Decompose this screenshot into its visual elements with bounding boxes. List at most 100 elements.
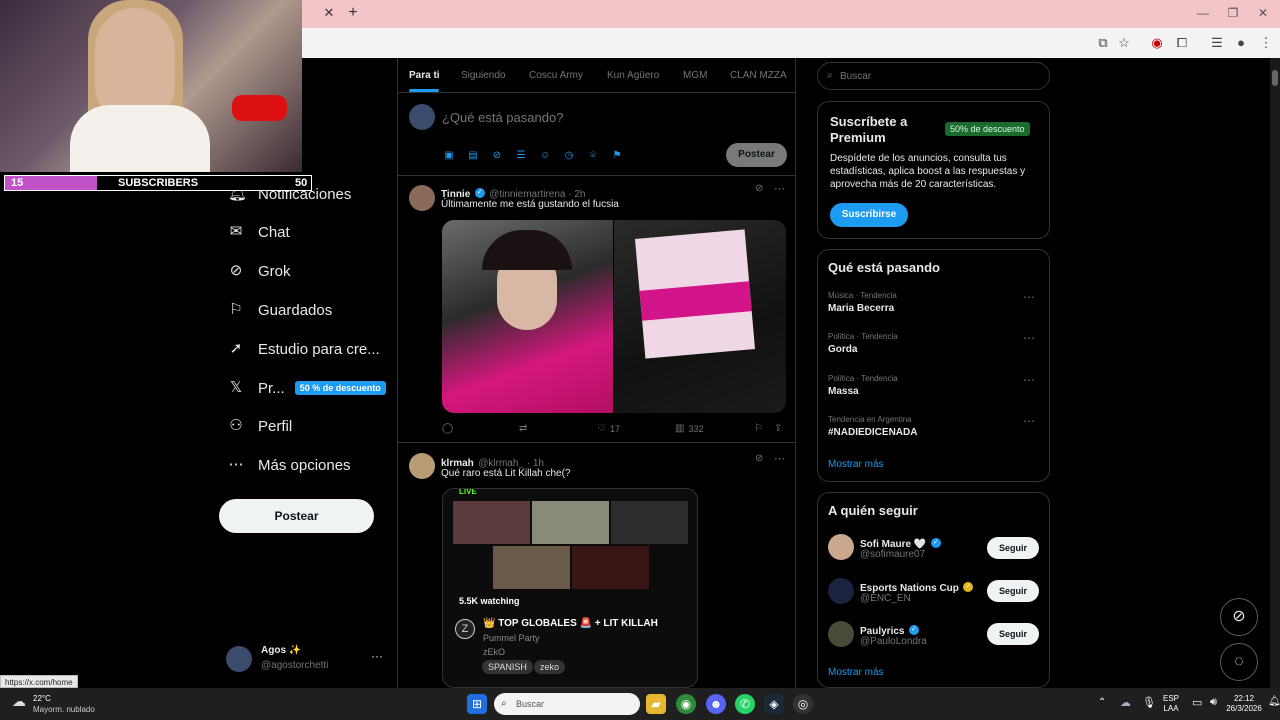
trend-name[interactable]: Maria Becerra bbox=[828, 303, 894, 314]
grok-icon[interactable]: ⊘ bbox=[491, 150, 503, 162]
taskbar-search[interactable]: ⌕ Buscar bbox=[494, 693, 640, 715]
reading-list-icon[interactable]: ☰ bbox=[1208, 34, 1226, 52]
trend-name[interactable]: #NADIEDICENADA bbox=[828, 427, 917, 438]
sidebar-item-label: Perfil bbox=[258, 417, 293, 435]
sidebar-item-mas-opciones[interactable]: ⋯ Más opciones bbox=[228, 450, 351, 480]
profile-avatar-icon[interactable]: ● bbox=[1232, 34, 1250, 52]
account-more-icon[interactable]: ··· bbox=[371, 649, 383, 663]
like-button[interactable]: ♡ 17 bbox=[597, 423, 620, 434]
trend-name[interactable]: Massa bbox=[828, 386, 859, 397]
file-explorer-icon[interactable]: ▰ bbox=[646, 694, 666, 714]
more-icon[interactable]: ⋯ bbox=[774, 452, 785, 465]
whatsapp-icon[interactable]: ✆ bbox=[735, 694, 755, 714]
volume-icon[interactable]: 🔊︎ bbox=[1210, 696, 1217, 709]
sidebar-item-premium[interactable]: 𝕏 Pr... 50 % de descuento bbox=[228, 373, 386, 403]
grok-icon[interactable]: ⊘ bbox=[755, 453, 763, 464]
sidebar-item-guardados[interactable]: ⚐ Guardados bbox=[228, 295, 332, 325]
new-tab-button[interactable]: + bbox=[344, 4, 362, 22]
tray-chevron-icon[interactable]: ⌃ bbox=[1098, 697, 1106, 708]
trend-name[interactable]: Gorda bbox=[828, 344, 857, 355]
obs-icon[interactable]: ◎ bbox=[793, 694, 813, 714]
star-icon[interactable]: ☆ bbox=[1115, 34, 1133, 52]
more-circle-icon: ⋯ bbox=[228, 456, 244, 473]
stream-embed-card[interactable]: LIVE 5.5K watching Z 👑 TOP GLOBALES 🚨 + … bbox=[442, 488, 698, 688]
steam-icon[interactable]: ◈ bbox=[764, 694, 784, 714]
chrome-icon[interactable]: ◉ bbox=[676, 694, 696, 714]
tweet-image-selfie[interactable] bbox=[442, 220, 613, 413]
location-icon[interactable]: ⌾ bbox=[587, 150, 599, 162]
search-input[interactable]: ⌕ Buscar bbox=[817, 62, 1050, 90]
flag-icon[interactable]: ⚑ bbox=[611, 150, 623, 162]
language-indicator[interactable]: ESP LAA bbox=[1163, 694, 1179, 714]
composer-input[interactable]: ¿Qué está pasando? bbox=[442, 110, 563, 125]
tab-coscu-army[interactable]: Coscu Army bbox=[529, 70, 583, 81]
grok-fab-icon[interactable]: ⊘ bbox=[1220, 598, 1258, 636]
grok-icon[interactable]: ⊘ bbox=[755, 183, 763, 194]
tab-para-ti[interactable]: Para ti bbox=[409, 70, 440, 81]
close-tab-button[interactable]: ✕ bbox=[320, 4, 338, 22]
more-icon[interactable]: ⋯ bbox=[1023, 290, 1035, 304]
start-icon[interactable]: ⊞ bbox=[467, 694, 487, 714]
share-button[interactable]: ⇪ bbox=[774, 423, 786, 434]
more-icon[interactable]: ⋯ bbox=[1023, 331, 1035, 345]
follow-button[interactable]: Seguir bbox=[987, 580, 1039, 602]
onedrive-icon[interactable]: ☁ bbox=[1120, 696, 1131, 709]
maximize-button[interactable]: ❐ bbox=[1218, 4, 1248, 22]
repost-button[interactable]: ⇄ bbox=[519, 423, 531, 434]
emoji-icon[interactable]: ☺ bbox=[539, 150, 551, 162]
messages-fab-icon[interactable]: ◌ bbox=[1220, 643, 1258, 681]
views-button[interactable]: ▥ 332 bbox=[675, 423, 703, 434]
stream-tag[interactable]: zeko bbox=[534, 660, 566, 674]
views-icon: ▥ bbox=[675, 423, 685, 434]
composer-post-button[interactable]: Postear bbox=[726, 143, 787, 167]
tab-clan-mzza[interactable]: CLAN MZZA bbox=[730, 70, 787, 81]
stream-game: Pummel Party bbox=[483, 633, 540, 643]
tab-kun-aguero[interactable]: Kun Agüero bbox=[607, 70, 659, 81]
sidebar-item-estudio[interactable]: ➚ Estudio para cre... bbox=[228, 334, 380, 364]
tweet-image-poster[interactable] bbox=[614, 220, 786, 413]
verified-icon: ✓ bbox=[474, 187, 485, 198]
camera-tile bbox=[532, 501, 609, 544]
weather-desc[interactable]: Mayorm. nublado bbox=[33, 705, 95, 714]
trends-show-more[interactable]: Mostrar más bbox=[828, 459, 884, 470]
scrollbar[interactable] bbox=[1270, 58, 1280, 690]
follow-show-more[interactable]: Mostrar más bbox=[828, 667, 884, 678]
active-tab-indicator bbox=[409, 89, 439, 92]
tab-siguiendo[interactable]: Siguiendo bbox=[461, 70, 505, 81]
network-icon[interactable]: ▭ bbox=[1192, 696, 1202, 709]
sidebar-item-grok[interactable]: ⊘ Grok bbox=[228, 256, 291, 286]
mail-icon: ✉ bbox=[229, 223, 243, 240]
scroll-thumb[interactable] bbox=[1272, 70, 1278, 86]
poll-icon[interactable]: ☰ bbox=[515, 150, 527, 162]
subscribe-button[interactable]: Suscribirse bbox=[830, 203, 908, 227]
more-icon[interactable]: ⋯ bbox=[1023, 373, 1035, 387]
more-icon[interactable]: ⋯ bbox=[1023, 414, 1035, 428]
weather-temp[interactable]: 22°C bbox=[33, 694, 51, 703]
follow-button[interactable]: Seguir bbox=[987, 623, 1039, 645]
clock[interactable]: 22:12 26/3/2026 bbox=[1224, 694, 1264, 714]
premium-discount-badge: 50% de descuento bbox=[945, 122, 1030, 136]
sidebar-item-perfil[interactable]: ⚇ Perfil bbox=[228, 411, 292, 441]
follow-button[interactable]: Seguir bbox=[987, 537, 1039, 559]
install-app-icon[interactable]: ⧉ bbox=[1094, 34, 1112, 52]
image-icon[interactable]: ▣ bbox=[443, 150, 455, 162]
notifications-icon[interactable]: 🔔︎ bbox=[1268, 696, 1280, 707]
weather-icon[interactable]: ☁ bbox=[12, 693, 26, 710]
opera-icon[interactable]: ◉ bbox=[1148, 34, 1166, 52]
microphone-icon[interactable]: 🎙︎ bbox=[1142, 696, 1156, 709]
gif-icon[interactable]: ▤ bbox=[467, 150, 479, 162]
reply-button[interactable]: ◯ bbox=[442, 423, 457, 434]
account-switcher[interactable]: Agos ✨ @agostorchetti ··· bbox=[226, 644, 386, 674]
stream-tag[interactable]: SPANISH bbox=[482, 660, 533, 674]
bookmark-button[interactable]: ⚐ bbox=[754, 423, 767, 434]
menu-icon[interactable]: ⋮ bbox=[1257, 34, 1275, 52]
tab-mgm[interactable]: MGM bbox=[683, 70, 707, 81]
schedule-icon[interactable]: ◷ bbox=[563, 150, 575, 162]
extensions-icon[interactable]: ⧠ bbox=[1173, 34, 1191, 52]
window-close-button[interactable]: ✕ bbox=[1248, 4, 1278, 22]
post-button[interactable]: Postear bbox=[219, 499, 374, 533]
minimize-button[interactable]: — bbox=[1188, 4, 1218, 22]
sidebar-item-chat[interactable]: ✉ Chat bbox=[228, 217, 290, 247]
discord-icon[interactable]: ☻ bbox=[706, 694, 726, 714]
more-icon[interactable]: ⋯ bbox=[774, 182, 785, 195]
